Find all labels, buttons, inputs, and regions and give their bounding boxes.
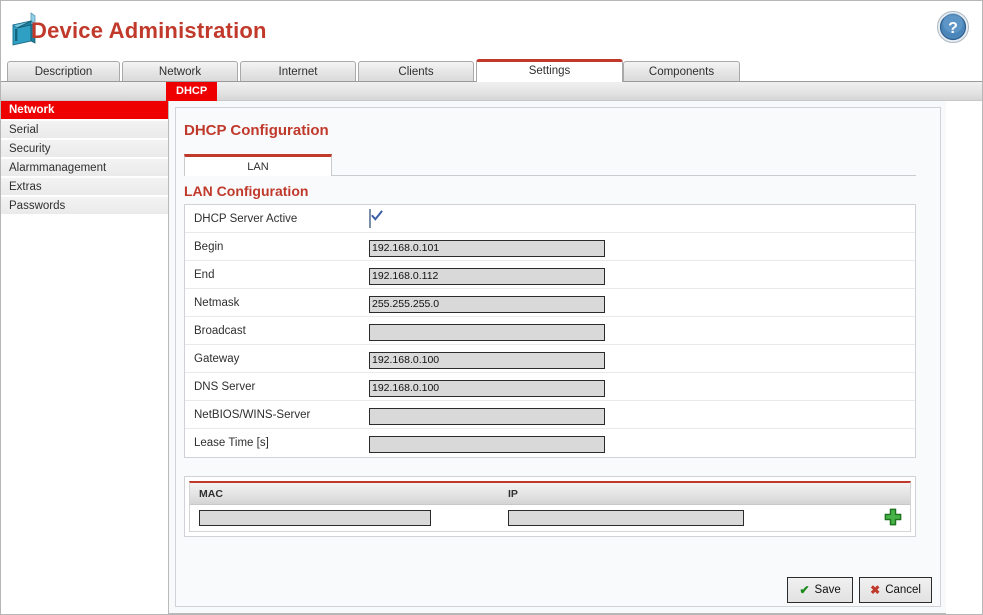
netbios-wins-server-input[interactable] [369, 407, 605, 425]
inner-tabbar: LAN [184, 154, 916, 176]
content-area: DHCP Configuration LAN LAN Configuration… [168, 101, 946, 614]
table-row [190, 505, 910, 531]
tab-clients[interactable]: Clients [358, 61, 474, 82]
checkmark-icon: ✔ [799, 583, 810, 597]
add-plus-icon[interactable] [884, 508, 902, 526]
tab-components[interactable]: Components [623, 61, 740, 82]
page-body: Network Serial Security Alarmmanagement … [1, 101, 982, 614]
form-row-begin: Begin [185, 233, 915, 261]
dns-server-input[interactable] [369, 379, 605, 397]
cancel-button[interactable]: ✖ Cancel [859, 577, 932, 603]
inner-tab-lan[interactable]: LAN [184, 154, 332, 176]
dhcp-server-active-checkbox[interactable] [369, 209, 383, 228]
tab-network[interactable]: Network [122, 61, 238, 82]
form-row-dns-server: DNS Server [185, 373, 915, 401]
label-broadcast: Broadcast [194, 325, 246, 337]
main-tabbar: Description Network Internet Clients Set… [1, 59, 982, 82]
form-row-gateway: Gateway [185, 345, 915, 373]
lan-configuration-title: LAN Configuration [184, 183, 309, 199]
tab-description[interactable]: Description [7, 61, 120, 82]
end-input[interactable] [369, 267, 605, 285]
form-row-end: End [185, 261, 915, 289]
help-question-icon[interactable]: ? [936, 10, 970, 44]
mac-input[interactable] [199, 510, 431, 526]
form-row-broadcast: Broadcast [185, 317, 915, 345]
label-end: End [194, 269, 215, 281]
footer-buttons: ✔ Save ✖ Cancel [787, 577, 932, 603]
dhcp-configuration-title: DHCP Configuration [184, 122, 329, 139]
subtab-dhcp[interactable]: DHCP [166, 82, 218, 101]
column-header-ip: IP [508, 488, 518, 500]
label-dhcp-server-active: DHCP Server Active [194, 213, 298, 225]
begin-input[interactable] [369, 239, 605, 257]
sidebar: Network Serial Security Alarmmanagement … [1, 101, 168, 215]
label-gateway: Gateway [194, 353, 240, 365]
page-header: Device Administration ? [1, 1, 982, 61]
sub-tabbar: DHCP [1, 81, 982, 101]
form-row-netbios-wins-server: NetBIOS/WINS-Server [185, 401, 915, 429]
form-row-lease-time: Lease Time [s] [185, 429, 915, 457]
label-lease-time: Lease Time [s] [194, 437, 269, 449]
device-admin-window: Device Administration ? Description Netw… [0, 0, 983, 615]
sidebar-item-extras[interactable]: Extras [1, 177, 168, 196]
label-netbios-wins-server: NetBIOS/WINS-Server [194, 409, 311, 421]
svg-text:?: ? [948, 20, 958, 37]
inner-tab-filler [332, 175, 916, 176]
lease-time-input[interactable] [369, 435, 605, 453]
sidebar-item-passwords[interactable]: Passwords [1, 196, 168, 215]
label-dns-server: DNS Server [194, 381, 256, 393]
cancel-button-label: Cancel [885, 584, 921, 596]
form-row-netmask: Netmask [185, 289, 915, 317]
gateway-input[interactable] [369, 351, 605, 369]
ip-input[interactable] [508, 510, 744, 526]
save-button-label: Save [814, 584, 841, 596]
cross-icon: ✖ [870, 583, 881, 597]
save-button[interactable]: ✔ Save [787, 577, 854, 603]
sidebar-item-serial[interactable]: Serial [1, 120, 168, 139]
broadcast-input[interactable] [369, 323, 605, 341]
label-begin: Begin [194, 241, 224, 253]
sidebar-item-security[interactable]: Security [1, 139, 168, 158]
mac-ip-reservation-table: MAC IP [184, 476, 916, 537]
column-header-mac: MAC [199, 488, 223, 500]
tab-settings[interactable]: Settings [476, 59, 623, 82]
label-netmask: Netmask [194, 297, 240, 309]
table-header-row: MAC IP [190, 483, 910, 505]
dhcp-panel: DHCP Configuration LAN LAN Configuration… [175, 107, 941, 607]
page-title: Device Administration [31, 18, 267, 43]
form-row-dhcp-server-active: DHCP Server Active [185, 205, 915, 233]
tab-internet[interactable]: Internet [240, 61, 356, 82]
lan-configuration-form: DHCP Server Active Begin 192.168.0.101 E… [184, 204, 916, 458]
sidebar-item-network[interactable]: Network [1, 101, 168, 120]
sidebar-item-alarmmanagement[interactable]: Alarmmanagement [1, 158, 168, 177]
netmask-input[interactable] [369, 295, 605, 313]
